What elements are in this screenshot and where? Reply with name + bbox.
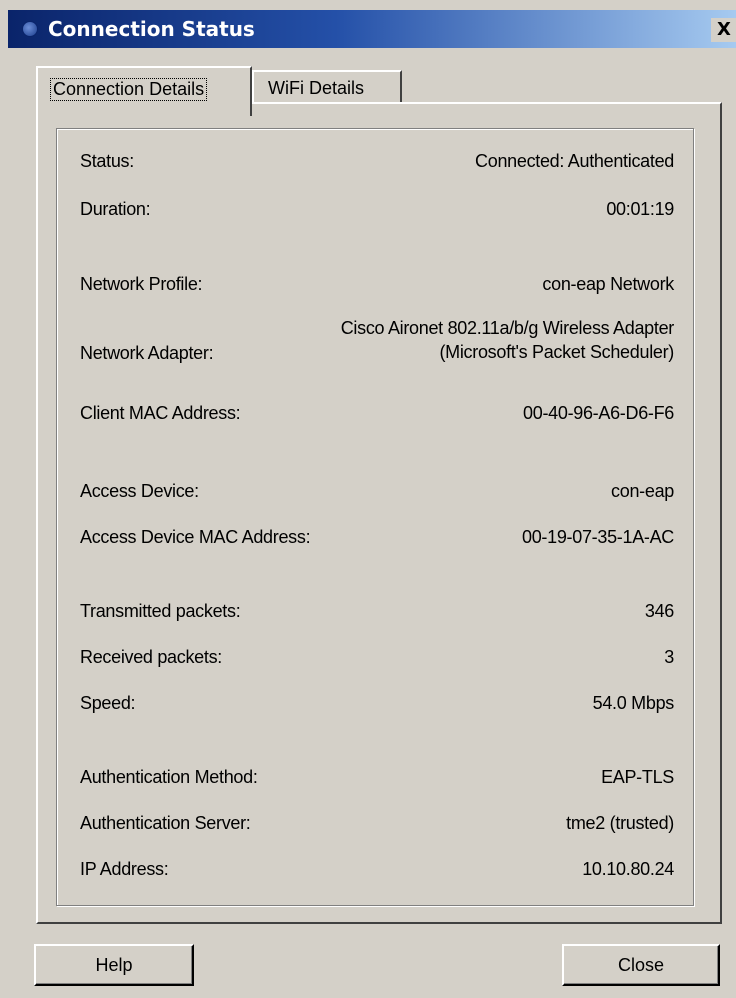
help-button[interactable]: Help: [34, 944, 194, 986]
duration-label: Duration:: [80, 199, 151, 219]
tab-wifi-details[interactable]: WiFi Details: [252, 70, 402, 104]
transmitted-packets-label: Transmitted packets:: [80, 601, 241, 621]
status-label: Status:: [80, 151, 134, 171]
ip-address-label: IP Address:: [80, 859, 169, 879]
status-value: Connected: Authenticated: [475, 151, 674, 171]
client-mac-value: 00-40-96-A6-D6-F6: [523, 403, 674, 423]
network-profile-value: con-eap Network: [542, 274, 674, 294]
duration-value: 00:01:19: [606, 199, 674, 219]
access-device-mac-value: 00-19-07-35-1A-AC: [522, 527, 674, 547]
window-title: Connection Status: [48, 17, 255, 41]
close-icon[interactable]: X: [711, 18, 736, 42]
speed-label: Speed:: [80, 693, 136, 713]
auth-method-label: Authentication Method:: [80, 767, 258, 787]
access-device-label: Access Device:: [80, 481, 199, 501]
auth-server-value: tme2 (trusted): [566, 813, 674, 833]
app-icon: [22, 21, 38, 37]
title-bar: Connection Status X: [8, 10, 736, 48]
details-group-box: [56, 128, 694, 906]
tab-wifi-details-label: WiFi Details: [268, 78, 365, 98]
received-packets-value: 3: [664, 647, 674, 667]
client-mac-label: Client MAC Address:: [80, 403, 241, 423]
auth-method-value: EAP-TLS: [601, 767, 674, 787]
network-adapter-label: Network Adapter:: [80, 343, 214, 363]
access-device-mac-label: Access Device MAC Address:: [80, 527, 311, 547]
close-button[interactable]: Close: [562, 944, 720, 986]
speed-value: 54.0 Mbps: [592, 693, 675, 713]
access-device-value: con-eap: [611, 481, 674, 501]
received-packets-label: Received packets:: [80, 647, 222, 667]
ip-address-value: 10.10.80.24: [582, 859, 674, 879]
tab-connection-details-label: Connection Details: [50, 78, 208, 101]
network-adapter-value: Cisco Aironet 802.11a/b/g Wireless Adapt…: [340, 318, 675, 362]
connection-status-window: Connection Status X Connection Details W…: [0, 0, 736, 998]
network-profile-label: Network Profile:: [80, 274, 203, 294]
auth-server-label: Authentication Server:: [80, 813, 251, 833]
tab-connection-details[interactable]: Connection Details: [36, 66, 252, 116]
transmitted-packets-value: 346: [644, 601, 674, 621]
